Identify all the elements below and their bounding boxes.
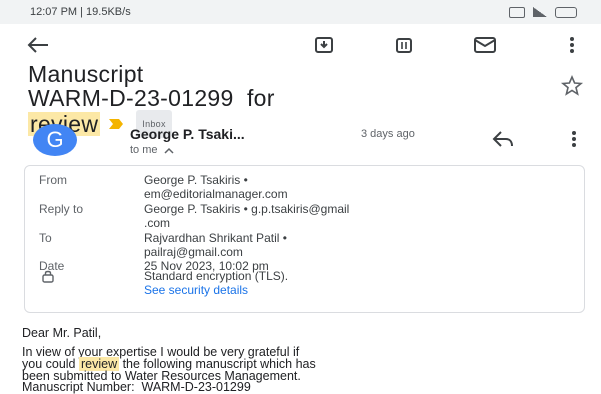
sender-time: 3 days ago — [361, 128, 415, 140]
body-line-4: Manuscript Number: WARM-D-23-01299 — [22, 380, 251, 394]
signal-icon — [533, 7, 547, 17]
reply-icon[interactable] — [490, 128, 516, 150]
trash-icon — [396, 38, 412, 53]
from-label: From — [39, 173, 67, 187]
subject-line-2: WARM-D-23-01299 for — [28, 85, 275, 111]
to-value-name: Rajvardhan Shrikant Patil • — [144, 231, 287, 245]
lock-icon — [42, 270, 54, 283]
mark-unread-button[interactable] — [471, 32, 499, 58]
security-details-link[interactable]: See security details — [144, 283, 248, 297]
email-subject: Manuscript WARM-D-23-01299 for review In… — [28, 62, 568, 138]
status-icons — [509, 6, 577, 18]
body-greeting: Dear Mr. Patil, — [22, 326, 102, 340]
more-options-button[interactable] — [558, 32, 586, 58]
notification-icon — [509, 6, 525, 18]
reply-to-value-line2[interactable]: .com — [144, 216, 170, 230]
archive-icon — [315, 37, 333, 53]
status-time: 12:07 PM | 19.5KB/s — [30, 6, 131, 18]
email-toolbar — [0, 28, 601, 62]
importance-marker-icon[interactable] — [108, 118, 124, 130]
encryption-text: Standard encryption (TLS). — [144, 269, 289, 283]
delete-button[interactable] — [390, 32, 418, 58]
back-button[interactable] — [24, 32, 52, 58]
arrow-left-icon — [27, 37, 48, 53]
status-bar: 12:07 PM | 19.5KB/s — [0, 0, 601, 24]
battery-icon — [555, 6, 577, 18]
subject-line-3: review Inbox — [28, 110, 568, 138]
reply-to-label: Reply to — [39, 202, 84, 216]
chevron-up-icon — [163, 147, 174, 154]
from-value-name: George P. Tsakiris • — [144, 173, 248, 187]
recipient-label: to me — [130, 144, 158, 156]
subject-line-1: Manuscript — [28, 61, 144, 87]
from-value-email[interactable]: em@editorialmanager.com — [144, 187, 288, 201]
star-icon[interactable] — [560, 74, 584, 98]
sender-name: George P. Tsaki... — [130, 126, 245, 142]
reply-to-value-line1[interactable]: George P. Tsakiris • g.p.tsakiris@gmail — [144, 202, 349, 216]
more-vertical-icon — [572, 131, 576, 147]
sender-avatar[interactable]: G — [33, 124, 77, 156]
to-label: To — [39, 231, 52, 245]
to-value-email[interactable]: pailraj@gmail.com — [144, 245, 243, 259]
mail-icon — [474, 37, 496, 53]
recipient-toggle[interactable]: to me — [130, 144, 174, 156]
more-vertical-icon — [570, 37, 574, 53]
message-more-button[interactable] — [566, 128, 582, 150]
message-details: From George P. Tsakiris • em@editorialma… — [24, 165, 585, 313]
archive-button[interactable] — [310, 32, 338, 58]
